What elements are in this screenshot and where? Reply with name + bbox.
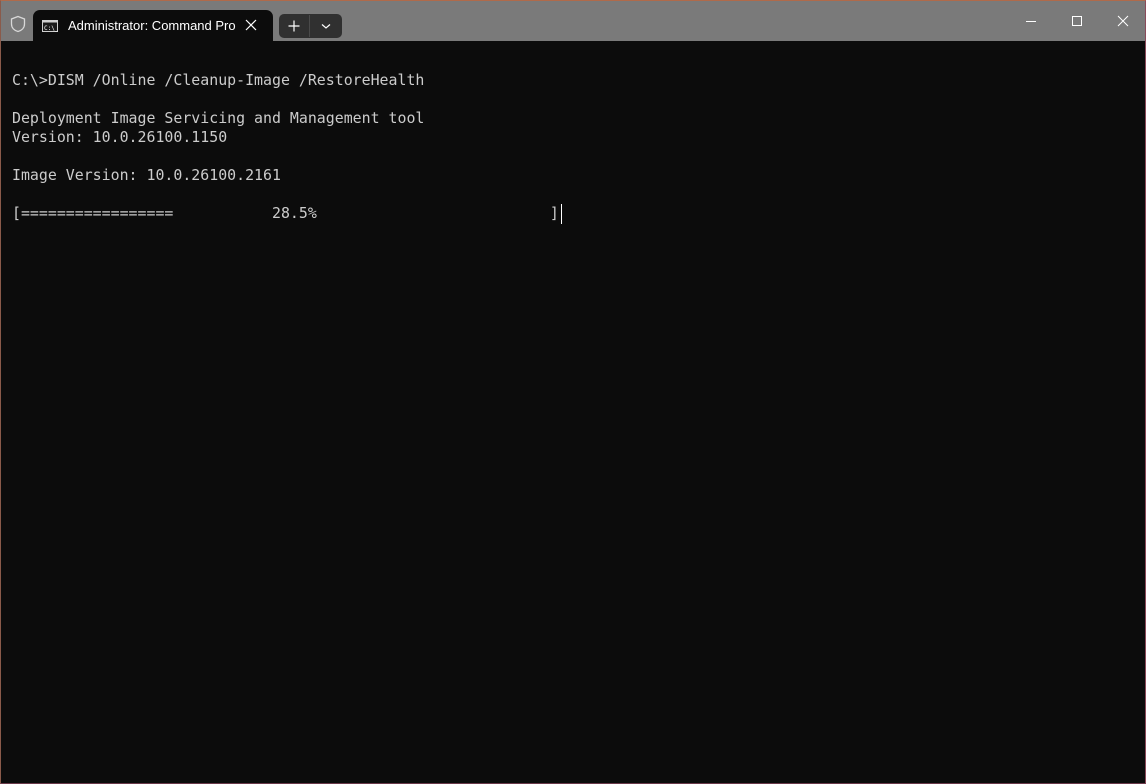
tab-command-prompt[interactable]: C:\_ Administrator: Command Pro: [33, 10, 273, 41]
chevron-down-icon: [321, 24, 331, 29]
shield-icon: [10, 15, 26, 33]
output-line-tool: Deployment Image Servicing and Managemen…: [12, 109, 425, 127]
tab-dropdown-button[interactable]: [310, 14, 342, 38]
close-button[interactable]: [1100, 1, 1145, 41]
terminal-output[interactable]: C:\>DISM /Online /Cleanup-Image /Restore…: [1, 41, 1145, 783]
title-bar[interactable]: C:\_ Administrator: Command Pro: [1, 1, 1145, 41]
new-tab-group: [279, 14, 342, 38]
maximize-button[interactable]: [1054, 1, 1100, 41]
close-tab-icon[interactable]: [244, 18, 258, 32]
maximize-icon: [1072, 16, 1082, 26]
new-tab-button[interactable]: [279, 14, 309, 38]
command-prompt-icon: C:\_: [42, 20, 58, 32]
text-cursor: [561, 204, 562, 224]
plus-icon: [288, 20, 300, 32]
progress-bar-text: [================= 28.5% ]: [12, 204, 559, 222]
minimize-button[interactable]: [1008, 1, 1054, 41]
close-icon: [1117, 15, 1129, 27]
minimize-icon: [1026, 21, 1036, 22]
terminal-window: C:\_ Administrator: Command Pro C:\>DISM…: [0, 0, 1146, 784]
output-line-version: Version: 10.0.26100.1150: [12, 128, 228, 146]
svg-text:C:\_: C:\_: [44, 25, 58, 32]
tab-title: Administrator: Command Pro: [68, 18, 236, 33]
command-line: C:\>DISM /Online /Cleanup-Image /Restore…: [12, 71, 425, 89]
output-line-image-version: Image Version: 10.0.26100.2161: [12, 166, 281, 184]
